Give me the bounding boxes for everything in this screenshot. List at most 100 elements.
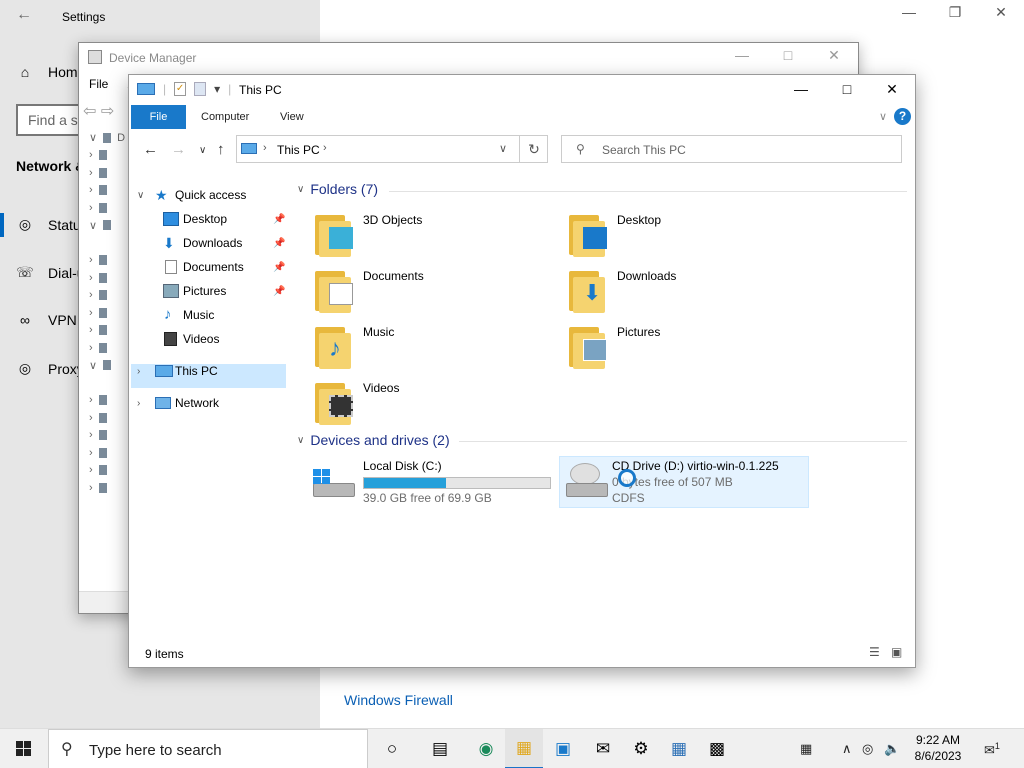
tree-item[interactable]: ∨: [89, 357, 129, 375]
settings-gear-icon[interactable]: ⚙: [622, 729, 660, 768]
pin-icon[interactable]: 📌: [273, 286, 285, 297]
refresh-icon[interactable]: ↻: [519, 135, 548, 163]
chevron-down-icon[interactable]: ∨: [137, 190, 144, 201]
input-indicator-icon[interactable]: ▦: [800, 741, 812, 757]
tree-item[interactable]: ›: [89, 339, 129, 357]
folder-videos[interactable]: Videos: [311, 377, 561, 429]
tab-computer[interactable]: Computer: [201, 111, 249, 123]
tree-item[interactable]: ›: [89, 444, 129, 462]
close-icon[interactable]: ✕: [869, 81, 915, 98]
nav-this-pc[interactable]: › This PC: [129, 359, 289, 383]
folder-documents[interactable]: Documents: [311, 265, 561, 317]
folder-3d-objects[interactable]: 3D Objects: [311, 209, 561, 261]
minimize-icon[interactable]: —: [886, 4, 932, 20]
nav-item-pictures[interactable]: Pictures 📌: [129, 279, 289, 303]
close-icon[interactable]: ✕: [978, 4, 1024, 21]
tree-item[interactable]: ›: [89, 147, 129, 165]
edge-browser-icon[interactable]: ◉: [467, 729, 505, 768]
details-view-icon[interactable]: ☰: [869, 645, 880, 659]
chevron-right-icon[interactable]: ›: [137, 366, 140, 377]
customize-toolbar-icon[interactable]: ▾: [214, 82, 220, 96]
back-arrow-icon[interactable]: ←: [143, 141, 158, 158]
show-hidden-icons-icon[interactable]: ∧: [842, 741, 852, 757]
nav-item-videos[interactable]: Videos: [129, 327, 289, 351]
drive-local-disk-c[interactable]: Local Disk (C:) 39.0 GB free of 69.9 GB: [311, 459, 561, 511]
folders-group-header[interactable]: ∨ Folders (7): [297, 181, 378, 197]
tree-item[interactable]: ›: [89, 252, 129, 270]
pin-icon[interactable]: 📌: [273, 214, 285, 225]
forward-icon[interactable]: ⇨: [101, 103, 114, 120]
minimize-icon[interactable]: —: [778, 81, 824, 97]
properties-icon[interactable]: ✓: [174, 82, 187, 96]
cortana-icon[interactable]: ○: [373, 729, 411, 768]
folder-downloads[interactable]: ⬇ Downloads: [565, 265, 815, 317]
help-icon[interactable]: ?: [894, 108, 911, 125]
tree-item[interactable]: ›: [89, 322, 129, 340]
address-dropdown-icon[interactable]: ∨: [499, 142, 507, 155]
chevron-right-icon[interactable]: ›: [323, 142, 327, 154]
settings-nav-status[interactable]: ◎ Status: [16, 216, 88, 233]
folder-pictures[interactable]: Pictures: [565, 321, 815, 373]
taskbar-search-box[interactable]: ⚲ Type here to search: [48, 729, 368, 768]
close-icon[interactable]: ✕: [811, 47, 857, 64]
notifications-icon[interactable]: ✉1: [984, 741, 1000, 758]
minimize-icon[interactable]: —: [719, 47, 765, 63]
back-arrow-icon[interactable]: ←: [16, 6, 32, 24]
tree-item[interactable]: ›: [89, 427, 129, 445]
tree-item[interactable]: ›: [89, 479, 129, 497]
device-manager-taskbar-icon[interactable]: ▩: [698, 729, 736, 768]
volume-icon[interactable]: 🔈: [884, 741, 900, 757]
file-explorer-taskbar-icon[interactable]: ▦: [505, 729, 543, 768]
tree-item[interactable]: ∨: [89, 217, 129, 235]
settings-nav-vpn[interactable]: ∞ VPN: [16, 312, 77, 328]
address-bar[interactable]: › This PC › ∨: [236, 135, 548, 163]
tree-item[interactable]: ›: [89, 409, 129, 427]
large-icons-view-icon[interactable]: ▣: [891, 645, 902, 659]
system-clock[interactable]: 9:22 AM 8/6/2023: [908, 732, 968, 764]
tree-root[interactable]: ∨ D: [89, 129, 129, 147]
tab-view[interactable]: View: [280, 111, 304, 123]
mail-icon[interactable]: ✉: [584, 729, 622, 768]
tree-item[interactable]: ›: [89, 269, 129, 287]
nav-item-documents[interactable]: Documents 📌: [129, 255, 289, 279]
back-icon[interactable]: ⇦: [83, 103, 96, 120]
new-folder-icon[interactable]: [194, 82, 207, 96]
maximize-icon[interactable]: □: [765, 47, 811, 63]
folder-music[interactable]: ♪ Music: [311, 321, 561, 373]
expand-ribbon-icon[interactable]: ∨: [879, 110, 887, 123]
maximize-icon[interactable]: □: [824, 81, 870, 97]
nav-item-desktop[interactable]: Desktop 📌: [129, 207, 289, 231]
tree-item[interactable]: ›: [89, 164, 129, 182]
windows-firewall-link[interactable]: Windows Firewall: [344, 692, 453, 708]
tree-item[interactable]: ›: [89, 392, 129, 410]
nav-item-music[interactable]: ♪ Music: [129, 303, 289, 327]
up-arrow-icon[interactable]: ↑: [217, 141, 225, 158]
folder-desktop[interactable]: Desktop: [565, 209, 815, 261]
tab-file[interactable]: File: [131, 105, 186, 129]
devices-group-header[interactable]: ∨ Devices and drives (2): [297, 432, 450, 448]
pin-icon[interactable]: 📌: [273, 238, 285, 249]
forward-arrow-icon[interactable]: →: [171, 141, 186, 158]
tree-item[interactable]: [89, 234, 129, 252]
pin-icon[interactable]: 📌: [273, 262, 285, 273]
menu-file[interactable]: File: [89, 77, 108, 91]
task-view-icon[interactable]: ▤: [421, 729, 459, 768]
nav-network[interactable]: › Network: [129, 391, 289, 415]
network-tray-icon[interactable]: ◎: [862, 741, 873, 757]
settings-nav-proxy[interactable]: ◎ Proxy: [16, 360, 84, 377]
search-input[interactable]: ⚲ Search This PC: [561, 135, 902, 163]
start-button[interactable]: [0, 729, 48, 768]
settings-nav-home[interactable]: ⌂ Home: [16, 64, 86, 80]
tree-item[interactable]: ›: [89, 182, 129, 200]
nav-item-downloads[interactable]: ⬇ Downloads 📌: [129, 231, 289, 255]
address-path[interactable]: This PC: [277, 143, 320, 157]
server-manager-icon[interactable]: ▦: [660, 729, 698, 768]
tree-item[interactable]: ›: [89, 304, 129, 322]
chevron-right-icon[interactable]: ›: [263, 142, 267, 154]
nav-quick-access[interactable]: ∨ ★ Quick access: [129, 183, 289, 207]
tree-item[interactable]: ›: [89, 199, 129, 217]
drive-cd-d[interactable]: CD Drive (D:) virtio-win-0.1.225 0 bytes…: [559, 456, 809, 508]
recent-locations-icon[interactable]: ∨: [199, 145, 206, 156]
maximize-icon[interactable]: ❐: [932, 4, 978, 21]
tree-item[interactable]: ›: [89, 287, 129, 305]
